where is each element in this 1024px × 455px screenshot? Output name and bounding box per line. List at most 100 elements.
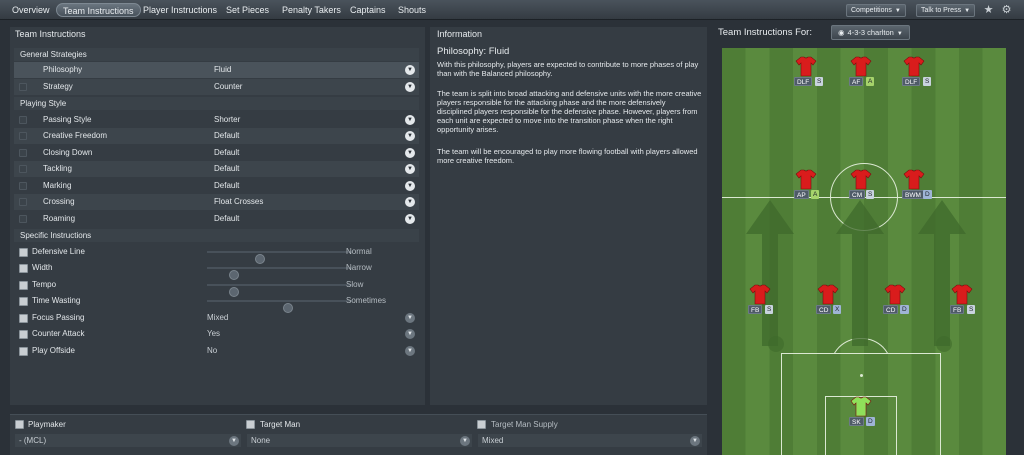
chevron-down-icon[interactable]: ▼	[405, 82, 415, 92]
chevron-down-icon[interactable]: ▼	[405, 329, 415, 339]
tab-penalty-takers[interactable]: Penalty Takers	[276, 3, 347, 17]
checkbox[interactable]	[19, 314, 28, 323]
player-gk[interactable]: SK D	[849, 395, 890, 429]
chevron-down-icon[interactable]: ▼	[405, 214, 415, 224]
defensive-line-slider[interactable]	[207, 251, 352, 264]
closing-down-row[interactable]: Closing Down Default ▼	[14, 145, 419, 161]
player-duty[interactable]: S	[765, 305, 774, 314]
tab-captains[interactable]: Captains	[344, 3, 392, 17]
player-cd-right[interactable]: CD D	[883, 283, 924, 317]
tab-overview[interactable]: Overview	[6, 3, 56, 17]
play-offside-value[interactable]: No	[207, 343, 217, 359]
target-man-supply-checkbox[interactable]	[477, 420, 486, 429]
target-man-supply-select[interactable]: Mixed ▼	[478, 434, 702, 447]
eye-icon: ◉	[838, 28, 845, 37]
chevron-down-icon: ▼	[690, 436, 700, 446]
counter-attack-value[interactable]: Yes	[207, 326, 220, 342]
counter-attack-label: Counter Attack	[32, 329, 85, 338]
time-wasting-slider[interactable]	[207, 300, 352, 313]
general-strategies-header: General Strategies	[14, 48, 419, 61]
checkbox-icon	[19, 165, 27, 173]
player-dlf-right[interactable]: DLF S	[902, 55, 943, 89]
checkbox[interactable]	[19, 347, 28, 356]
width-slider[interactable]	[207, 267, 352, 280]
focus-passing-value[interactable]: Mixed	[207, 310, 228, 326]
player-role[interactable]: AF	[849, 77, 864, 86]
information-paragraph: The team is split into broad attacking a…	[437, 89, 702, 134]
target-man-supply-label: Target Man Supply	[491, 420, 558, 429]
player-role[interactable]: AP	[794, 190, 809, 199]
marking-row[interactable]: Marking Default ▼	[14, 178, 419, 194]
target-man-checkbox[interactable]	[246, 420, 255, 429]
checkbox[interactable]	[19, 264, 28, 273]
player-duty[interactable]: A	[866, 77, 875, 86]
player-cd-left[interactable]: CD X	[816, 283, 857, 317]
player-role[interactable]: FB	[748, 305, 763, 314]
player-duty[interactable]: S	[815, 77, 824, 86]
shirt-icon	[903, 56, 925, 77]
chevron-down-icon[interactable]: ▼	[405, 313, 415, 323]
player-role[interactable]: CM	[849, 190, 866, 199]
philosophy-row[interactable]: Philosophy Fluid ▼	[14, 62, 419, 78]
talk-to-press-button[interactable]: Talk to Press ▼	[916, 4, 976, 17]
player-fb-left[interactable]: FB S	[748, 283, 789, 317]
chevron-down-icon[interactable]: ▼	[405, 131, 415, 141]
checkbox[interactable]	[19, 248, 28, 257]
tab-set-pieces[interactable]: Set Pieces	[220, 3, 275, 17]
target-man-select[interactable]: None ▼	[247, 434, 472, 447]
player-duty[interactable]: S	[967, 305, 976, 314]
chevron-down-icon[interactable]: ▼	[405, 346, 415, 356]
playmaker-checkbox[interactable]	[15, 420, 24, 429]
player-duty[interactable]: S	[923, 77, 932, 86]
player-duty[interactable]: D	[900, 305, 909, 314]
passing-style-row[interactable]: Passing Style Shorter ▼	[14, 112, 419, 128]
player-ap[interactable]: AP A	[794, 168, 835, 202]
player-role[interactable]: SK	[849, 417, 864, 426]
playmaker-select[interactable]: - (MCL) ▼	[15, 434, 241, 447]
player-role[interactable]: CD	[816, 305, 832, 314]
player-role[interactable]: DLF	[902, 77, 921, 86]
player-af[interactable]: AF A	[849, 55, 890, 89]
player-bwm[interactable]: BWM D	[902, 168, 943, 202]
tab-team-instructions[interactable]: Team Instructions	[56, 3, 141, 17]
chevron-down-icon[interactable]: ▼	[405, 65, 415, 75]
checkbox-icon	[19, 215, 27, 223]
tab-shouts[interactable]: Shouts	[392, 3, 432, 17]
chevron-down-icon[interactable]: ▼	[405, 197, 415, 207]
chevron-down-icon[interactable]: ▼	[405, 148, 415, 158]
player-role[interactable]: BWM	[902, 190, 924, 199]
checkbox[interactable]	[19, 330, 28, 339]
chevron-down-icon[interactable]: ▼	[405, 115, 415, 125]
roaming-value: Default	[214, 214, 240, 223]
chevron-down-icon[interactable]: ▼	[405, 164, 415, 174]
chevron-down-icon[interactable]: ▼	[405, 181, 415, 191]
star-icon[interactable]: ★	[982, 4, 995, 17]
roaming-row[interactable]: Roaming Default ▼	[14, 211, 419, 227]
settings-icon[interactable]: ⚙	[1000, 4, 1013, 17]
player-duty[interactable]: S	[866, 190, 875, 199]
movement-arrows	[746, 200, 966, 352]
player-role[interactable]: CD	[883, 305, 899, 314]
player-duty[interactable]: D	[866, 417, 875, 426]
player-duty[interactable]: X	[833, 305, 842, 314]
crossing-row[interactable]: Crossing Float Crosses ▼	[14, 194, 419, 210]
player-cm[interactable]: CM S	[849, 168, 890, 202]
shirt-icon	[850, 169, 872, 190]
tackling-row[interactable]: Tackling Default ▼	[14, 161, 419, 177]
tab-player-instructions[interactable]: Player Instructions	[137, 3, 223, 17]
formation-select[interactable]: ◉ 4-3-3 charlton ▼	[831, 25, 910, 40]
player-duty[interactable]: D	[923, 190, 932, 199]
player-role[interactable]: DLF	[794, 77, 813, 86]
player-fb-right[interactable]: FB S	[950, 283, 991, 317]
tempo-slider[interactable]	[207, 284, 352, 297]
player-duty[interactable]: A	[811, 190, 820, 199]
player-dlf-left[interactable]: DLF S	[794, 55, 835, 89]
competitions-button[interactable]: Competitions ▼	[846, 4, 906, 17]
information-panel: Information Philosophy: Fluid With this …	[430, 27, 707, 405]
checkbox[interactable]	[19, 297, 28, 306]
play-offside-row: Play Offside No ▼	[14, 343, 419, 359]
strategy-row[interactable]: Strategy Counter ▼	[14, 79, 419, 95]
player-role[interactable]: FB	[950, 305, 965, 314]
checkbox[interactable]	[19, 281, 28, 290]
creative-freedom-row[interactable]: Creative Freedom Default ▼	[14, 128, 419, 144]
